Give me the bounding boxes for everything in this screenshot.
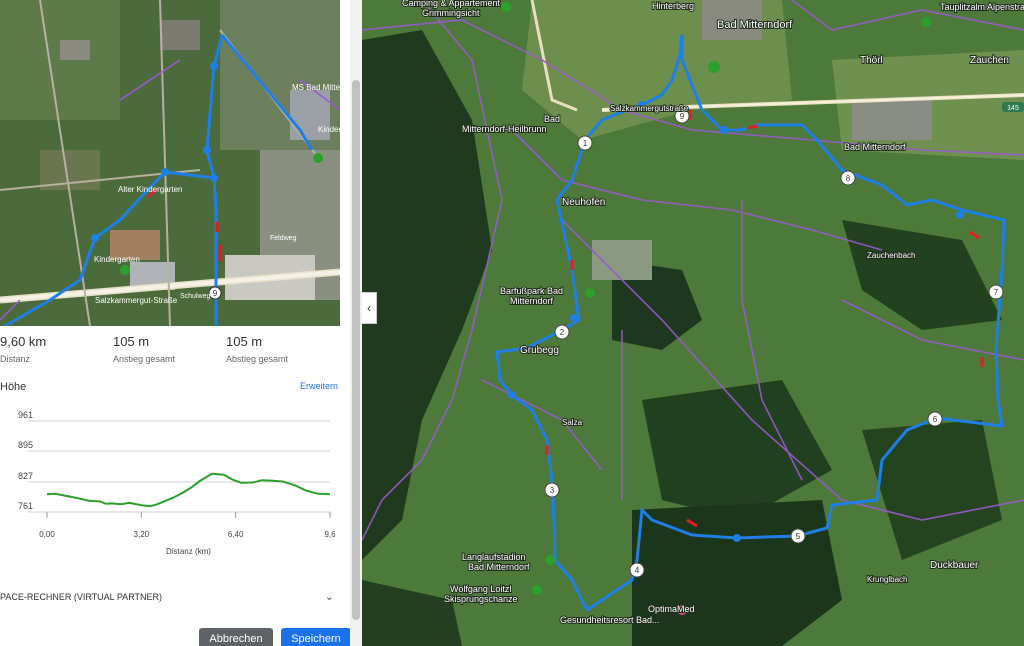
stat-ascent: 105 m Anstieg gesamt <box>113 334 175 364</box>
map-label-alter-kindergarten: Alter Kindergarten <box>118 185 182 194</box>
y-tick-label: 961 <box>18 410 33 420</box>
place-barfuss-1: Barfußpark Bad <box>500 286 563 296</box>
place-thoerl: Thörl <box>860 55 883 66</box>
place-loitzl-2: Skisprungschanze <box>444 594 518 604</box>
map-label-kindergarten: Kindergarten <box>94 255 140 264</box>
river-salza: Salza <box>562 418 583 427</box>
x-tick-label: 6,40 <box>228 530 244 539</box>
ascent-value: 105 m <box>113 334 150 349</box>
place-hinterberg: Hinterberg <box>652 1 694 11</box>
pace-label: PACE-RECHNER (VIRTUAL PARTNER) <box>0 592 163 602</box>
station-bad-mitterndorf: Bad Mitterndorf <box>844 142 906 152</box>
river-krunglbach: Krunglbach <box>867 575 907 584</box>
map-label-kinder: Kinder <box>318 125 340 134</box>
chevron-down-icon: ⌄ <box>324 591 334 603</box>
stat-descent: 105 m Abstieg gesamt <box>226 334 288 364</box>
stat-distance: 9,60 km Distanz <box>0 334 46 364</box>
y-tick-label: 895 <box>18 440 33 450</box>
route-marker-5: 5 <box>796 532 801 541</box>
save-button[interactable]: Speichern <box>281 628 351 646</box>
route-marker-6: 6 <box>933 415 938 424</box>
place-gesundheitsresort: Gesundheitsresort Bad... <box>560 615 660 625</box>
place-heilbrunn-2: Mitterndorf-Heilbrunn <box>462 124 547 134</box>
elevation-profile-line <box>46 472 331 508</box>
descent-value: 105 m <box>226 334 263 349</box>
place-bad-mitterndorf-town: Bad Mitterndorf <box>717 19 793 31</box>
route-sidebar: 9 MS Bad Mitterndorf Kinder Alter Kinder… <box>0 0 362 646</box>
elevation-title: Höhe <box>0 381 27 393</box>
x-tick-label: 3,20 <box>134 530 150 539</box>
sidebar-scrollbar[interactable] <box>350 0 362 646</box>
descent-label: Abstieg gesamt <box>226 354 289 364</box>
ascent-label: Anstieg gesamt <box>113 354 176 364</box>
river-zauchenbach: Zauchenbach <box>867 251 915 260</box>
place-heilbrunn-1: Bad <box>544 114 560 124</box>
place-grimming: Grimmingsicht <box>422 8 480 18</box>
route-marker-8: 8 <box>846 174 851 183</box>
y-tick-label: 827 <box>18 471 33 481</box>
place-zauchen: Zauchen <box>970 55 1009 66</box>
road-number-145: 145 <box>1007 105 1019 112</box>
chevron-left-icon: ‹ <box>367 301 371 315</box>
y-tick-label: 761 <box>18 501 33 511</box>
map-label-ms: MS Bad Mitterndorf <box>292 83 340 92</box>
x-axis-label: Distanz (km) <box>166 547 211 556</box>
route-marker-4: 4 <box>635 566 640 575</box>
elevation-chart: 961 895 827 761 0,00 3,20 6,40 9,6 Distanz (km) <box>0 408 340 568</box>
route-marker-7: 7 <box>994 288 999 297</box>
scrollbar-thumb[interactable] <box>352 80 360 620</box>
route-marker-3: 3 <box>550 486 555 495</box>
place-langlauf-1: Langlaufstadion <box>462 552 526 562</box>
map-label-schulweg: Schulweg <box>180 293 210 300</box>
route-marker-2: 2 <box>560 328 565 337</box>
pace-calculator-toggle[interactable]: PACE-RECHNER (VIRTUAL PARTNER) ⌄ <box>0 591 340 606</box>
distance-label: Distanz <box>0 354 31 364</box>
collapse-panel-button[interactable]: ‹ <box>362 292 377 324</box>
x-tick-label: 9,6 <box>324 530 336 539</box>
route-minimap[interactable]: 9 MS Bad Mitterndorf Kinder Alter Kinder… <box>0 0 340 326</box>
route-marker-9-mini: 9 <box>213 289 218 298</box>
place-langlauf-2: Bad Mitterndorf <box>468 562 530 572</box>
map-label-feldweg: Feldweg <box>270 235 297 242</box>
distance-value: 9,60 km <box>0 334 47 349</box>
street-salzkammergut: Salzkammergutstraße <box>610 104 689 113</box>
route-marker-1: 1 <box>583 139 588 148</box>
cancel-button[interactable]: Abbrechen <box>199 628 273 646</box>
x-tick-label: 0,00 <box>39 530 55 539</box>
place-barfuss-2: Mitterndorf <box>510 296 554 306</box>
place-grubegg: Grubegg <box>520 345 559 356</box>
map-label-salzkammergut: Salzkammergut-Straße <box>95 296 178 305</box>
place-optimamed: OptimaMed <box>648 604 695 614</box>
expand-link[interactable]: Erweitern <box>300 381 338 391</box>
place-camping: Camping & Appartement <box>402 0 501 8</box>
main-map[interactable]: 1 2 3 4 5 6 7 8 9 145 Camping & Appartem… <box>362 0 1024 646</box>
place-loitzl-1: Wolfgang Loitzl <box>450 584 511 594</box>
place-duckbauer: Duckbauer <box>930 560 979 571</box>
route-marker-9: 9 <box>680 112 685 121</box>
place-neuhofen: Neuhofen <box>562 197 605 208</box>
place-tauplitz: Tauplitzalm Alpenstraße <box>940 2 1024 12</box>
